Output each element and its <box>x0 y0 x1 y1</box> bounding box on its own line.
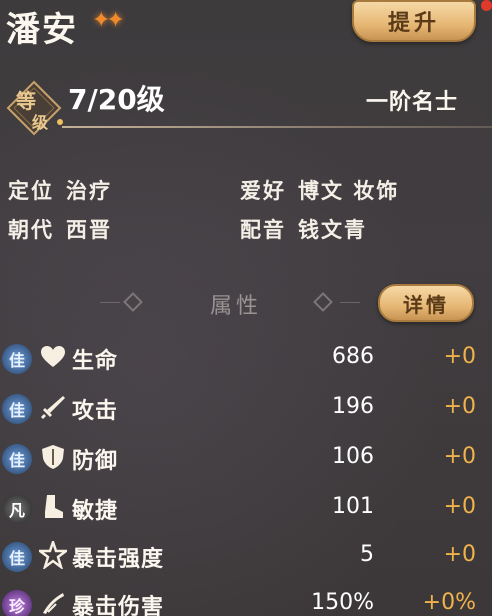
stat-name: 暴击伤害 <box>72 594 165 616</box>
stat-bonus: +0 <box>443 542 476 567</box>
stat-value: 5 <box>360 542 374 567</box>
stat-row-defense: 佳 防御 106 +0 <box>0 434 492 484</box>
divider-left <box>100 302 120 303</box>
level-value: 7/20级 <box>68 83 165 116</box>
info-voice-value: 钱文青 <box>298 217 367 242</box>
info-dynasty-value: 西晋 <box>66 217 112 242</box>
burst-icon <box>38 540 68 570</box>
quality-badge: 佳 <box>2 344 32 374</box>
stat-value: 150% <box>311 590 374 615</box>
star-rating-icon: ✦✦ <box>92 8 125 33</box>
heart-icon <box>38 342 68 372</box>
stat-bonus: +0 <box>443 494 476 519</box>
stat-value: 106 <box>332 444 374 469</box>
quality-badge: 珍 <box>2 590 32 616</box>
stat-value: 196 <box>332 394 374 419</box>
stat-value: 101 <box>332 494 374 519</box>
stat-name: 生命 <box>72 348 119 374</box>
slash-icon <box>38 588 68 616</box>
promote-button[interactable]: 提升 <box>352 0 476 42</box>
info-hobby-key: 爱好 <box>240 178 286 203</box>
stat-name: 攻击 <box>72 398 119 424</box>
details-button[interactable]: 详情 <box>378 284 474 322</box>
stat-value: 686 <box>332 344 374 369</box>
stat-name: 防御 <box>72 448 119 474</box>
info-hobby-value: 博文 妆饰 <box>298 178 400 203</box>
shield-icon <box>38 442 68 472</box>
quality-badge: 佳 <box>2 444 32 474</box>
quality-badge: 凡 <box>2 494 32 524</box>
stat-bonus: +0 <box>443 394 476 419</box>
boot-icon <box>38 492 68 522</box>
stat-bonus: +0% <box>422 590 476 615</box>
info-voice-key: 配音 <box>240 217 286 242</box>
sword-icon <box>38 392 68 422</box>
quality-badge: 佳 <box>2 542 32 572</box>
level-badge-icon: 等 级 <box>4 78 64 138</box>
diamond-left-icon <box>123 292 143 312</box>
stat-row-crit-strength: 佳 暴击强度 5 +0 <box>0 532 492 582</box>
attributes-title: 属性 <box>210 294 263 319</box>
info-role-key: 定位 <box>8 178 54 203</box>
stat-row-hp: 佳 生命 686 +0 <box>0 334 492 384</box>
info-role: 定位 治疗 <box>8 175 112 205</box>
rank-title: 一阶名士 <box>366 89 459 115</box>
level-badge-top: 等 <box>16 89 36 113</box>
notification-dot <box>481 0 492 11</box>
stat-row-crit-damage: 珍 暴击伤害 150% +0% <box>0 580 492 616</box>
info-role-value: 治疗 <box>66 178 112 203</box>
stat-name: 敏捷 <box>72 498 119 524</box>
stat-bonus: +0 <box>443 344 476 369</box>
divider-right <box>340 302 360 303</box>
info-hobby: 爱好 博文 妆饰 <box>240 175 399 205</box>
hero-name: 潘安 <box>6 10 78 50</box>
quality-badge: 佳 <box>2 394 32 424</box>
stat-row-agility: 凡 敏捷 101 +0 <box>0 484 492 534</box>
level-badge-bottom: 级 <box>32 113 49 132</box>
diamond-right-icon <box>313 292 333 312</box>
level-divider <box>62 126 492 128</box>
stat-name: 暴击强度 <box>72 546 165 572</box>
info-voice: 配音 钱文青 <box>240 214 367 244</box>
stat-row-attack: 佳 攻击 196 +0 <box>0 384 492 434</box>
stat-bonus: +0 <box>443 444 476 469</box>
info-dynasty: 朝代 西晋 <box>8 214 112 244</box>
info-dynasty-key: 朝代 <box>8 217 54 242</box>
